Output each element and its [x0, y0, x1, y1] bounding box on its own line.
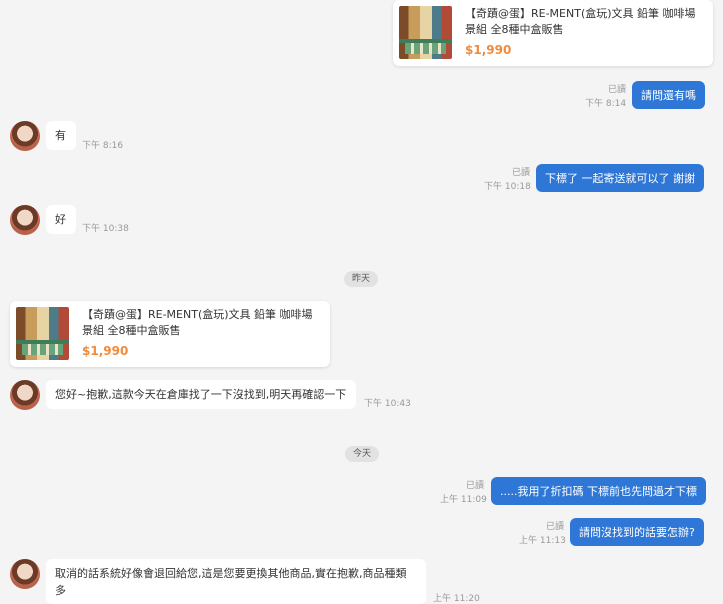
incoming-message: 取消的話系統好像會退回給您,這是您要更換其他商品,實在抱歉,商品種類多 — [46, 559, 426, 604]
avatar — [10, 121, 40, 151]
product-title: 【奇蹟@蛋】RE-MENT(盒玩)文具 鉛筆 咖啡場景組 全8種中盒販售 — [465, 7, 696, 36]
message-time: 下午 10:43 — [364, 399, 411, 409]
date-divider: 昨天 — [344, 271, 379, 287]
message-time: 下午 10:18 — [484, 182, 531, 192]
read-receipt: 已讀 — [511, 168, 530, 178]
incoming-message: 您好~抱歉,這款今天在倉庫找了一下沒找到,明天再確認一下 — [46, 380, 356, 409]
read-receipt: 已讀 — [465, 481, 484, 491]
product-title: 【奇蹟@蛋】RE-MENT(盒玩)文具 鉛筆 咖啡場景組 全8種中盒販售 — [82, 308, 313, 337]
read-receipt: 已讀 — [607, 85, 626, 95]
incoming-message: 有 — [46, 121, 76, 150]
outgoing-message: 請問還有嗎 — [632, 81, 705, 109]
message-time: 下午 8:14 — [585, 99, 627, 109]
product-thumbnail — [16, 307, 69, 360]
product-card-incoming[interactable]: 【奇蹟@蛋】RE-MENT(盒玩)文具 鉛筆 咖啡場景組 全8種中盒販售 $1,… — [10, 301, 330, 367]
message-time: 上午 11:13 — [519, 536, 566, 546]
avatar — [10, 205, 40, 235]
incoming-message: 好 — [46, 205, 76, 234]
product-price: $1,990 — [82, 344, 129, 358]
avatar — [10, 380, 40, 410]
message-time: 下午 10:38 — [82, 224, 129, 234]
product-price: $1,990 — [465, 43, 512, 57]
message-time: 上午 11:20 — [433, 594, 480, 604]
outgoing-message: 下標了 一起寄送就可以了 謝謝 — [536, 164, 704, 192]
outgoing-message: .....我用了折扣碼 下標前也先問過才下標 — [491, 477, 706, 505]
avatar — [10, 559, 40, 589]
date-divider: 今天 — [345, 446, 380, 462]
product-thumbnail — [399, 6, 452, 59]
product-card-outgoing[interactable]: 【奇蹟@蛋】RE-MENT(盒玩)文具 鉛筆 咖啡場景組 全8種中盒販售 $1,… — [393, 0, 713, 66]
message-time: 下午 8:16 — [82, 141, 124, 151]
message-time: 上午 11:09 — [440, 495, 487, 505]
outgoing-message: 請問沒找到的話要怎辦? — [570, 518, 704, 546]
read-receipt: 已讀 — [545, 522, 564, 532]
